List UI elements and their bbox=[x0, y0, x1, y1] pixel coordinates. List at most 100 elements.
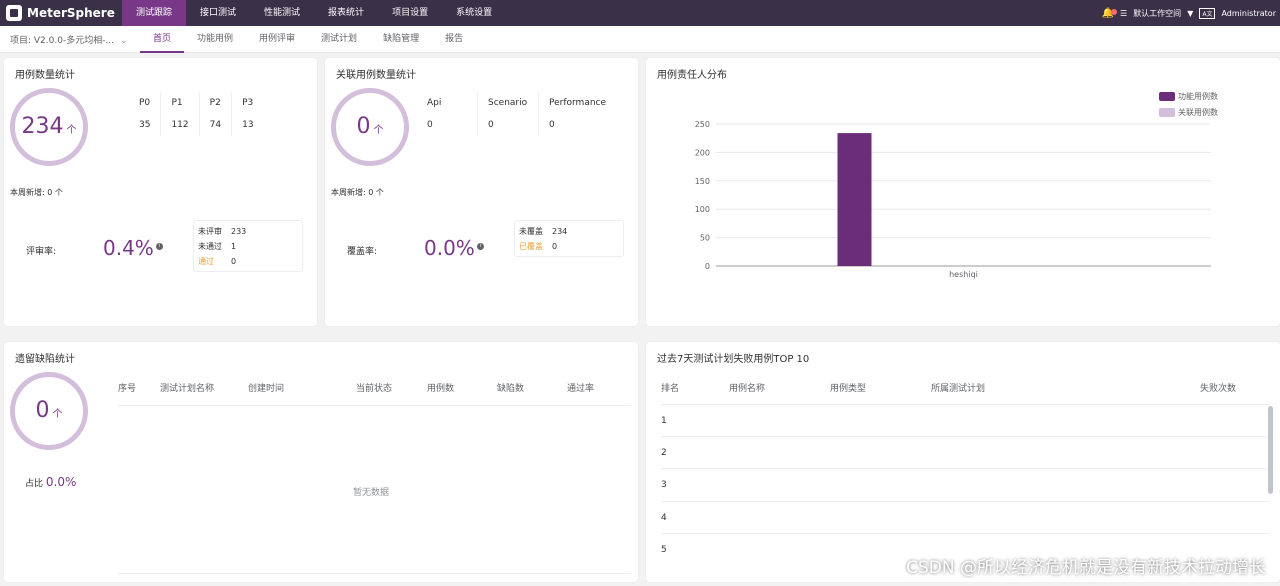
priority-value: 74 bbox=[209, 120, 222, 130]
card-title: 遗留缺陷统计 bbox=[15, 354, 75, 365]
notification-dot bbox=[1111, 8, 1118, 15]
sub-nav-menu: 首页 功能用例 用例评审 测试计划 缺陷管理 报告 bbox=[140, 26, 476, 53]
y-tick-label: 100 bbox=[695, 205, 710, 214]
type-value: 0 bbox=[488, 120, 494, 130]
tab-functional-cases[interactable]: 功能用例 bbox=[184, 26, 246, 53]
project-select[interactable]: 项目: V2.0.0-多元均相-... ⌄ bbox=[0, 33, 140, 46]
topnav-system-settings[interactable]: 系统设置 bbox=[442, 0, 506, 26]
col-header[interactable]: 失败次数 bbox=[1200, 379, 1260, 404]
priority-table: P0 35 P1 112 P2 74 P3 13 bbox=[129, 92, 264, 136]
notification-bell-icon[interactable]: 🔔 bbox=[1102, 8, 1118, 19]
type-value: 0 bbox=[427, 120, 433, 130]
tab-case-review[interactable]: 用例评审 bbox=[246, 26, 308, 53]
y-tick-label: 200 bbox=[695, 148, 710, 157]
related-case-card: 关联用例数量统计 0个 Api 0 Scenario 0 Performance 0 … bbox=[325, 58, 638, 326]
card-title: 用例数量统计 bbox=[15, 70, 75, 81]
app-logo[interactable]: MeterSphere bbox=[0, 5, 122, 21]
type-header: Api bbox=[427, 98, 442, 108]
total-ring: 0个 bbox=[10, 372, 88, 450]
priority-header: P3 bbox=[242, 98, 254, 108]
status-value: 0 bbox=[552, 242, 558, 251]
rank-cell: 1 bbox=[661, 416, 667, 426]
priority-value: 35 bbox=[139, 120, 151, 130]
coverage-status-box: 未覆盖 234 已覆盖 0 bbox=[514, 220, 624, 257]
owner-distribution-card: 用例责任人分布 功能用例数 关联用例数 250 200 150 100 50 0 heshi… bbox=[646, 58, 1280, 326]
ratio: 占比 0.0% bbox=[25, 475, 76, 489]
col-header[interactable]: 用例名称 bbox=[729, 379, 830, 404]
status-label: 未通过 bbox=[198, 242, 222, 251]
y-tick-label: 50 bbox=[700, 234, 710, 243]
coverage-rate-value: 0.0% i bbox=[424, 236, 484, 260]
col-header[interactable]: 所属测试计划 bbox=[931, 379, 1200, 404]
info-icon[interactable]: i bbox=[155, 243, 163, 251]
status-label: 未覆盖 bbox=[519, 227, 543, 236]
sub-navbar: 项目: V2.0.0-多元均相-... ⌄ 首页 功能用例 用例评审 测试计划 缺… bbox=[0, 26, 1280, 53]
ratio-value: 0.0% bbox=[45, 475, 77, 489]
total-ring: 0个 bbox=[331, 88, 409, 166]
tab-test-plan[interactable]: 测试计划 bbox=[308, 26, 370, 53]
col-header[interactable]: 创建时间 bbox=[248, 379, 356, 405]
col-header[interactable]: 用例数 bbox=[427, 379, 497, 405]
table-bottom-border bbox=[118, 573, 631, 574]
rank-cell: 5 bbox=[661, 545, 667, 555]
topnav-test-track[interactable]: 测试跟踪 bbox=[122, 0, 187, 26]
new-this-week: 本周新增: 0 个 bbox=[10, 188, 63, 197]
col-header[interactable]: 排名 bbox=[661, 379, 729, 404]
tab-defect-management[interactable]: 缺陷管理 bbox=[370, 26, 432, 53]
total-ring: 234 个 bbox=[10, 88, 88, 166]
table-row[interactable]: 3 bbox=[661, 469, 1270, 502]
chevron-down-icon[interactable]: ▼ bbox=[1187, 9, 1193, 18]
status-label: 未评审 bbox=[198, 227, 222, 236]
priority-header: P2 bbox=[209, 98, 221, 108]
coverage-rate-label: 覆盖率: bbox=[347, 247, 378, 257]
topnav-api-test[interactable]: 接口测试 bbox=[186, 0, 250, 26]
col-header[interactable]: 序号 bbox=[118, 379, 160, 405]
user-menu[interactable]: Administrator bbox=[1221, 9, 1276, 18]
app-name: MeterSphere bbox=[27, 6, 115, 20]
col-header[interactable]: 用例类型 bbox=[830, 379, 931, 404]
col-header[interactable]: 缺陷数 bbox=[497, 379, 567, 405]
top10-table-header: 排名 用例名称 用例类型 所属测试计划 失败次数 bbox=[661, 379, 1270, 405]
priority-value: 13 bbox=[242, 120, 254, 130]
total-count: 0个 bbox=[356, 114, 384, 139]
priority-header: P0 bbox=[139, 98, 151, 108]
owner-bar-chart: 250 200 150 100 50 0 heshiqi bbox=[695, 120, 1211, 279]
review-status-box: 未评审 233 未通过 1 通过 0 bbox=[193, 220, 303, 272]
rank-cell: 3 bbox=[661, 480, 667, 490]
topbar-right: 🔔 ☰ 默认工作空间 ▼ A文 Administrator bbox=[1102, 0, 1276, 26]
workspace-switcher[interactable]: 默认工作空间 bbox=[1133, 8, 1181, 19]
rank-cell: 2 bbox=[661, 448, 667, 458]
status-value: 0 bbox=[231, 257, 237, 266]
rank-cell: 4 bbox=[661, 513, 667, 523]
empty-placeholder: 暂无数据 bbox=[353, 488, 390, 498]
table-row[interactable]: 2 bbox=[661, 437, 1270, 469]
priority-value: 112 bbox=[171, 120, 189, 130]
status-value: 1 bbox=[231, 242, 237, 251]
tab-report[interactable]: 报告 bbox=[432, 26, 476, 53]
col-header[interactable]: 通过率 bbox=[567, 379, 627, 405]
logo-icon bbox=[6, 5, 22, 21]
col-header[interactable]: 当前状态 bbox=[356, 379, 427, 405]
type-header: Scenario bbox=[488, 98, 528, 108]
language-switch[interactable]: A文 bbox=[1199, 7, 1216, 19]
type-header: Performance bbox=[549, 98, 607, 108]
review-rate-label: 评审率: bbox=[26, 247, 57, 257]
card-title: 过去7天测试计划失败用例TOP 10 bbox=[657, 354, 810, 365]
topnav-report-stats[interactable]: 报表统计 bbox=[314, 0, 378, 26]
table-row[interactable]: 4 bbox=[661, 502, 1270, 534]
defect-table-header: 序号 测试计划名称 创建时间 当前状态 用例数 缺陷数 通过率 bbox=[118, 379, 631, 406]
review-rate-value: 0.4% i bbox=[103, 236, 163, 260]
info-icon[interactable]: i bbox=[476, 243, 484, 251]
total-count: 0个 bbox=[35, 398, 63, 423]
col-header[interactable]: 测试计划名称 bbox=[160, 379, 248, 405]
workspace-list-icon: ☰ bbox=[1120, 8, 1128, 18]
y-tick-label: 0 bbox=[705, 262, 710, 271]
project-label: 项目: V2.0.0-多元均相-... bbox=[10, 35, 115, 46]
table-row[interactable]: 1 bbox=[661, 405, 1270, 437]
topnav-performance-test[interactable]: 性能测试 bbox=[250, 0, 314, 26]
chart-bar bbox=[837, 133, 872, 266]
table-scrollbar[interactable] bbox=[1268, 406, 1273, 494]
topnav-project-settings[interactable]: 项目设置 bbox=[378, 0, 442, 26]
tab-home[interactable]: 首页 bbox=[140, 26, 185, 53]
y-tick-label: 250 bbox=[695, 120, 710, 129]
